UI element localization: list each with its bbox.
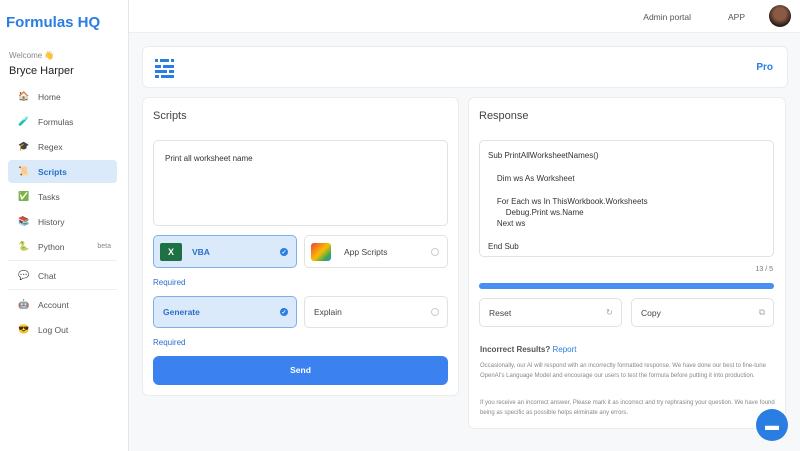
avatar[interactable] (769, 5, 791, 27)
speech-bubble-icon: 💬 (18, 270, 38, 281)
nav-label: Python (38, 242, 64, 252)
app-logo[interactable]: Formulas HQ (6, 14, 100, 31)
scripts-title: Scripts (153, 110, 187, 122)
sidebar-item-history[interactable]: 📚History (8, 210, 117, 233)
sidebar-item-python[interactable]: 🐍Python beta (8, 235, 117, 258)
reset-button[interactable]: Reset ↻ (479, 298, 622, 327)
sidebar-item-account[interactable]: 🤖Account (8, 293, 117, 316)
sidebar-item-formulas[interactable]: 🧪Formulas (8, 110, 117, 133)
plan-card: Pro (142, 46, 788, 88)
response-output[interactable]: Sub PrintAllWorksheetNames() Dim ws As W… (479, 140, 774, 257)
beta-badge: beta (97, 243, 111, 250)
refresh-icon: ↻ (606, 307, 613, 318)
sidebar-item-tasks[interactable]: ✅Tasks (8, 185, 117, 208)
option-label: Generate (163, 307, 200, 317)
chat-icon: ▬ (765, 417, 779, 433)
formulas-icon: 🧪 (18, 116, 38, 127)
topbar: Admin portal APP (129, 0, 800, 33)
excel-icon: X (160, 243, 182, 261)
nav-label: Scripts (38, 167, 67, 177)
apps-script-icon (311, 243, 331, 261)
radio-icon (431, 308, 439, 316)
prompt-text: Print all worksheet name (165, 154, 253, 163)
radio-icon (431, 248, 439, 256)
user-name: Bryce Harper (9, 65, 74, 77)
usage-progress-fill (479, 283, 774, 289)
disclaimer-2: If you receive an incorrect answer, Plea… (480, 399, 780, 418)
option-explain[interactable]: Explain (304, 296, 448, 328)
check-circle-icon: ✓ (280, 308, 288, 316)
sidebar-item-logout[interactable]: 😎Log Out (8, 318, 117, 341)
sidebar-item-home[interactable]: 🏠Home (8, 85, 117, 108)
prompt-input[interactable]: Print all worksheet name (153, 140, 448, 226)
nav-label: Formulas (38, 117, 73, 127)
option-generate[interactable]: Generate ✓ (153, 296, 297, 328)
option-label: App Scripts (344, 247, 387, 257)
check-icon: ✅ (18, 191, 38, 202)
nav-label: History (38, 217, 64, 227)
nav-label: Home (38, 92, 61, 102)
sunglasses-icon: 😎 (18, 324, 38, 335)
report-link[interactable]: Report (552, 345, 576, 354)
admin-portal-link[interactable]: Admin portal (643, 12, 691, 22)
sidebar-nav: 🏠Home 🧪Formulas 🎓Regex 📜Scripts ✅Tasks 📚… (8, 85, 117, 343)
nav-label: Log Out (38, 325, 68, 335)
required-label: Required (153, 338, 185, 347)
copy-icon: ⧉ (759, 307, 765, 318)
nav-label: Tasks (38, 192, 60, 202)
check-circle-icon: ✓ (280, 248, 288, 256)
app-link[interactable]: APP (728, 12, 745, 22)
sidebar: Formulas HQ Welcome 👋 Bryce Harper 🏠Home… (0, 0, 129, 451)
scripts-logo-icon (155, 58, 175, 78)
option-label: VBA (192, 247, 210, 257)
nav-label: Chat (38, 271, 56, 281)
response-title: Response (479, 110, 529, 122)
required-label: Required (153, 278, 185, 287)
plan-badge: Pro (756, 62, 773, 73)
button-label: Copy (641, 308, 661, 318)
books-icon: 📚 (18, 216, 38, 227)
sidebar-item-scripts[interactable]: 📜Scripts (8, 160, 117, 183)
usage-count: 13 / 5 (755, 266, 773, 273)
welcome-text: Welcome 👋 (9, 51, 54, 60)
sidebar-item-chat[interactable]: 💬Chat (8, 264, 117, 287)
graduation-cap-icon: 🎓 (18, 141, 38, 152)
home-icon: 🏠 (18, 91, 38, 102)
divider (8, 260, 117, 261)
divider (8, 289, 117, 290)
option-app-scripts[interactable]: App Scripts (304, 235, 448, 268)
option-vba[interactable]: X VBA ✓ (153, 235, 297, 268)
snake-icon: 🐍 (18, 241, 38, 252)
incorrect-results: Incorrect Results? Report (480, 345, 577, 354)
usage-progress (479, 283, 774, 289)
send-button[interactable]: Send (153, 356, 448, 385)
button-label: Reset (489, 308, 511, 318)
incorrect-label: Incorrect Results? (480, 345, 550, 354)
nav-label: Account (38, 300, 69, 310)
chat-widget-button[interactable]: ▬ (756, 409, 788, 441)
copy-button[interactable]: Copy ⧉ (631, 298, 774, 327)
response-code: Sub PrintAllWorksheetNames() Dim ws As W… (488, 150, 765, 253)
disclaimer-1: Occasionally, our AI will respond with a… (480, 362, 780, 381)
option-label: Explain (314, 307, 342, 317)
sidebar-item-regex[interactable]: 🎓Regex (8, 135, 117, 158)
nav-label: Regex (38, 142, 63, 152)
scroll-icon: 📜 (18, 166, 38, 177)
robot-icon: 🤖 (18, 299, 38, 310)
